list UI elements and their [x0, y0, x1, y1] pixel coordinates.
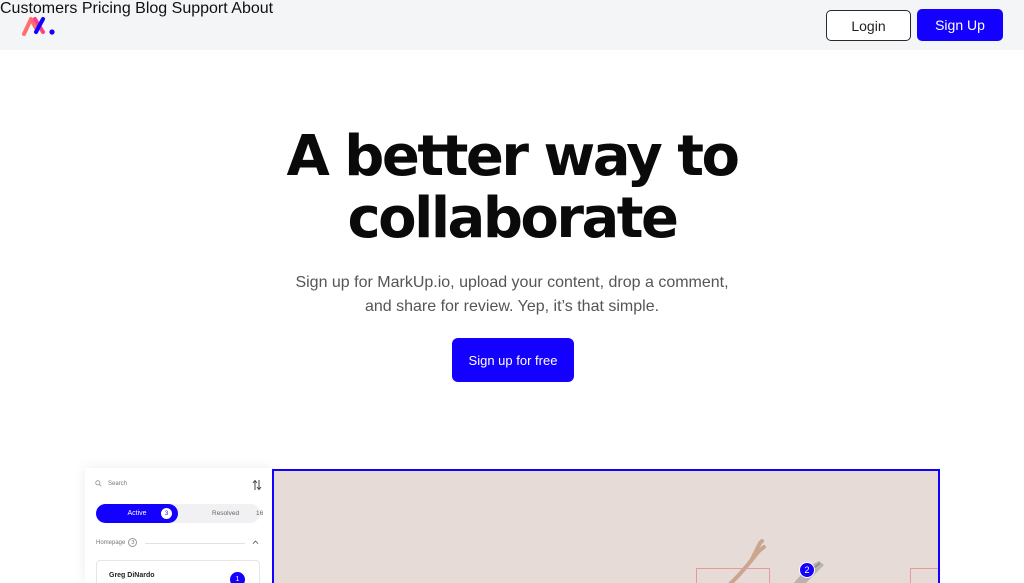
nav-link-about[interactable]: About: [231, 0, 273, 17]
canvas-image: [728, 539, 824, 583]
section-label: Homepage: [96, 539, 126, 546]
hero-subtitle: Sign up for MarkUp.io, upload your conte…: [0, 271, 1024, 319]
hero-title: A better way to collaborate: [0, 126, 1024, 250]
sort-icon[interactable]: [251, 478, 263, 492]
nav-link-support[interactable]: Support: [172, 0, 228, 17]
comment-status-tabs: Active 3 Resolved 16: [96, 504, 264, 523]
comments-panel-preview: Search Active 3 Resolved 16 Homepage 3 G…: [85, 468, 272, 583]
nav-link-blog[interactable]: Blog: [135, 0, 167, 17]
search-icon: [95, 480, 102, 487]
annotation-box[interactable]: [910, 568, 938, 583]
preview-canvas: 2: [272, 469, 940, 583]
resolved-count: 16: [256, 510, 264, 517]
comment-card[interactable]: Greg DiNardo 1: [96, 560, 260, 583]
top-nav-bar: Customers Pricing Blog Support About Log…: [0, 0, 1024, 50]
section-count-badge: 3: [128, 538, 138, 547]
hero-subtitle-line-2: and share for review. Yep, it’s that sim…: [364, 298, 660, 315]
login-button[interactable]: Login: [826, 10, 911, 41]
section-header-homepage[interactable]: Homepage 3: [96, 538, 138, 547]
search-field[interactable]: Search: [95, 480, 127, 487]
section-divider: [145, 543, 245, 544]
tab-active-label: Active: [127, 510, 147, 517]
annotation-box[interactable]: [696, 568, 770, 583]
tab-active[interactable]: Active 3: [96, 504, 178, 523]
comment-number-badge: 1: [230, 572, 245, 583]
search-placeholder: Search: [108, 480, 128, 487]
comment-pin[interactable]: 2: [799, 562, 815, 578]
sign-up-button[interactable]: Sign Up: [917, 9, 1003, 41]
nav-link-pricing[interactable]: Pricing: [82, 0, 131, 17]
active-count-badge: 3: [161, 508, 172, 519]
markup-logo-icon[interactable]: [22, 14, 58, 38]
sign-up-free-button[interactable]: Sign up for free: [452, 338, 574, 382]
chevron-up-icon[interactable]: [252, 539, 259, 545]
hero-subtitle-line-1: Sign up for MarkUp.io, upload your conte…: [295, 274, 729, 291]
tab-resolved[interactable]: Resolved: [212, 510, 239, 517]
hero-title-line-2: collaborate: [347, 186, 679, 251]
hero-title-line-1: A better way to: [286, 124, 740, 189]
comment-author: Greg DiNardo: [109, 572, 155, 579]
